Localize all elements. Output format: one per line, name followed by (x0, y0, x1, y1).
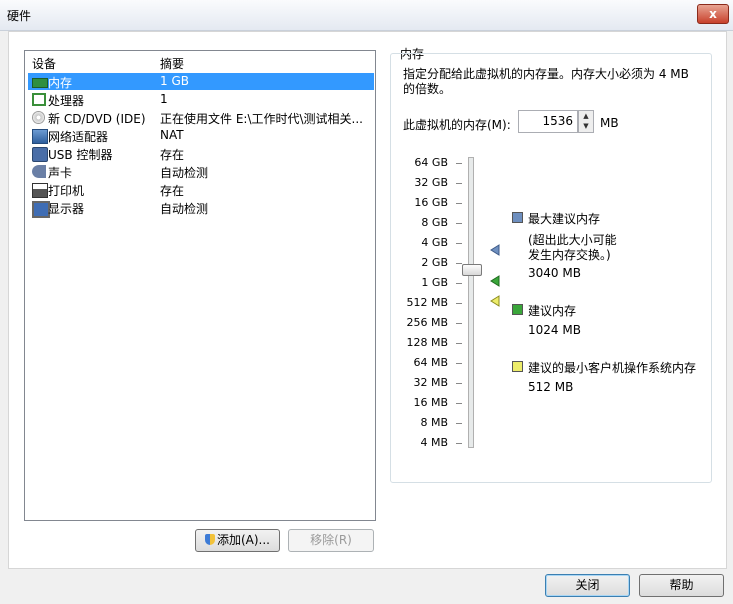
scale-label: 32 MB (413, 376, 448, 389)
window-close-button[interactable]: x (697, 4, 729, 24)
spin-up-icon[interactable]: ▲ (579, 111, 593, 121)
scale-tick (456, 343, 462, 344)
spin-down-icon[interactable]: ▼ (579, 121, 593, 131)
device-row-5[interactable]: 声卡 自动检测 (28, 163, 374, 180)
scale-label: 4 GB (421, 236, 448, 249)
scale-label: 2 GB (421, 256, 448, 269)
min-recommended-marker-icon (490, 295, 500, 307)
help-button[interactable]: 帮助 (639, 574, 724, 597)
scale-tick (456, 223, 462, 224)
scale-label: 64 MB (413, 356, 448, 369)
max-recommended-legend-icon (512, 212, 523, 223)
scale-tick (456, 423, 462, 424)
device-summary: 自动检测 (160, 202, 209, 216)
window-title: 硬件 (7, 9, 32, 23)
memory-slider-thumb[interactable] (462, 264, 482, 276)
scale-label: 16 GB (414, 196, 448, 209)
sound-card-icon (32, 165, 46, 178)
scale-label: 128 MB (406, 336, 448, 349)
device-name: 打印机 (48, 184, 85, 198)
device-list[interactable]: 设备 摘要 内存 1 GB 处理器 1 新 CD/DVD (IDE) 正在使用文件 E:\… (24, 50, 376, 521)
recommended-marker-icon (490, 275, 500, 287)
max-recommended-marker-icon (490, 244, 500, 256)
scale-label: 4 MB (420, 436, 448, 449)
device-row-7[interactable]: 显示器 自动检测 (28, 199, 374, 218)
device-name: 新 CD/DVD (IDE) (48, 112, 146, 126)
scale-tick (456, 303, 462, 304)
memory-icon (32, 78, 48, 88)
device-summary: 1 GB (160, 74, 189, 88)
device-summary: 存在 (160, 184, 185, 198)
scale-label: 512 MB (406, 296, 448, 309)
device-summary: 正在使用文件 E:\工作时代\测试相关... (160, 112, 363, 126)
device-name: 声卡 (48, 166, 73, 180)
scale-label: 256 MB (406, 316, 448, 329)
slider-markers (490, 244, 500, 307)
memory-size-input[interactable]: 1536 (518, 110, 578, 133)
memory-size-value: 1536 (542, 114, 573, 128)
device-row-6[interactable]: 打印机 存在 (28, 181, 374, 198)
device-row-2[interactable]: 新 CD/DVD (IDE) 正在使用文件 E:\工作时代\测试相关... (28, 109, 374, 126)
scale-label: 8 GB (421, 216, 448, 229)
recommended-label: 建议内存 (528, 304, 577, 318)
device-name: 网络适配器 (48, 130, 109, 144)
memory-unit-label: MB (600, 116, 619, 130)
max-recommended-label: 最大建议内存 (528, 212, 601, 226)
column-header-summary[interactable]: 摘要 (160, 55, 184, 72)
device-row-3[interactable]: 网络适配器 NAT (28, 127, 374, 144)
max-recommended-value: 3040 MB (528, 266, 581, 280)
device-summary: NAT (160, 128, 184, 142)
memory-slider-track[interactable] (468, 157, 474, 448)
scale-tick (456, 403, 462, 404)
add-button[interactable]: 添加(A)... (195, 529, 280, 552)
remove-button[interactable]: 移除(R) (288, 529, 374, 552)
processor-icon (32, 93, 46, 106)
min-recommended-legend-icon (512, 361, 523, 372)
scale-tick (456, 263, 462, 264)
add-button-label: 添加(A)... (216, 533, 271, 547)
title-bar: 硬件 x (0, 0, 733, 31)
close-button[interactable]: 关闭 (545, 574, 630, 597)
scale-tick (456, 183, 462, 184)
device-name: 处理器 (48, 94, 85, 108)
scale-tick (456, 323, 462, 324)
memory-description: 指定分配给此虚拟机的内存量。内存大小必须为 4 MB 的倍数。 (403, 67, 689, 96)
min-recommended-label: 建议的最小客户机操作系统内存 (528, 361, 697, 375)
scale-tick (456, 443, 462, 444)
scale-label: 1 GB (421, 276, 448, 289)
network-adapter-icon (32, 129, 48, 144)
device-summary: 自动检测 (160, 166, 209, 180)
device-name: 显示器 (48, 202, 85, 216)
device-row-0[interactable]: 内存 1 GB (28, 73, 374, 90)
shield-icon (204, 534, 215, 545)
scale-label: 64 GB (414, 156, 448, 169)
usb-icon (32, 147, 48, 162)
memory-spinner[interactable]: ▲ ▼ (578, 110, 594, 133)
device-name: USB 控制器 (48, 148, 113, 162)
device-row-1[interactable]: 处理器 1 (28, 91, 374, 108)
printer-icon (32, 183, 48, 198)
min-recommended-value: 512 MB (528, 380, 574, 394)
scale-tick (456, 363, 462, 364)
max-recommended-note: (超出此大小可能 发生内存交换。) (528, 233, 617, 262)
recommended-legend-icon (512, 304, 523, 315)
scale-tick (456, 383, 462, 384)
scale-tick (456, 203, 462, 204)
device-summary: 1 (160, 92, 168, 106)
scale-label: 8 MB (420, 416, 448, 429)
scale-label: 32 GB (414, 176, 448, 189)
device-name: 内存 (48, 76, 73, 90)
cd-dvd-icon (32, 111, 45, 124)
scale-label: 16 MB (413, 396, 448, 409)
recommended-value: 1024 MB (528, 323, 581, 337)
scale-tick (456, 163, 462, 164)
column-header-device[interactable]: 设备 (32, 55, 56, 72)
memory-field-label: 此虚拟机的内存(M): (403, 118, 511, 132)
scale-tick (456, 283, 462, 284)
device-summary: 存在 (160, 148, 185, 162)
device-row-4[interactable]: USB 控制器 存在 (28, 145, 374, 162)
scale-tick (456, 243, 462, 244)
